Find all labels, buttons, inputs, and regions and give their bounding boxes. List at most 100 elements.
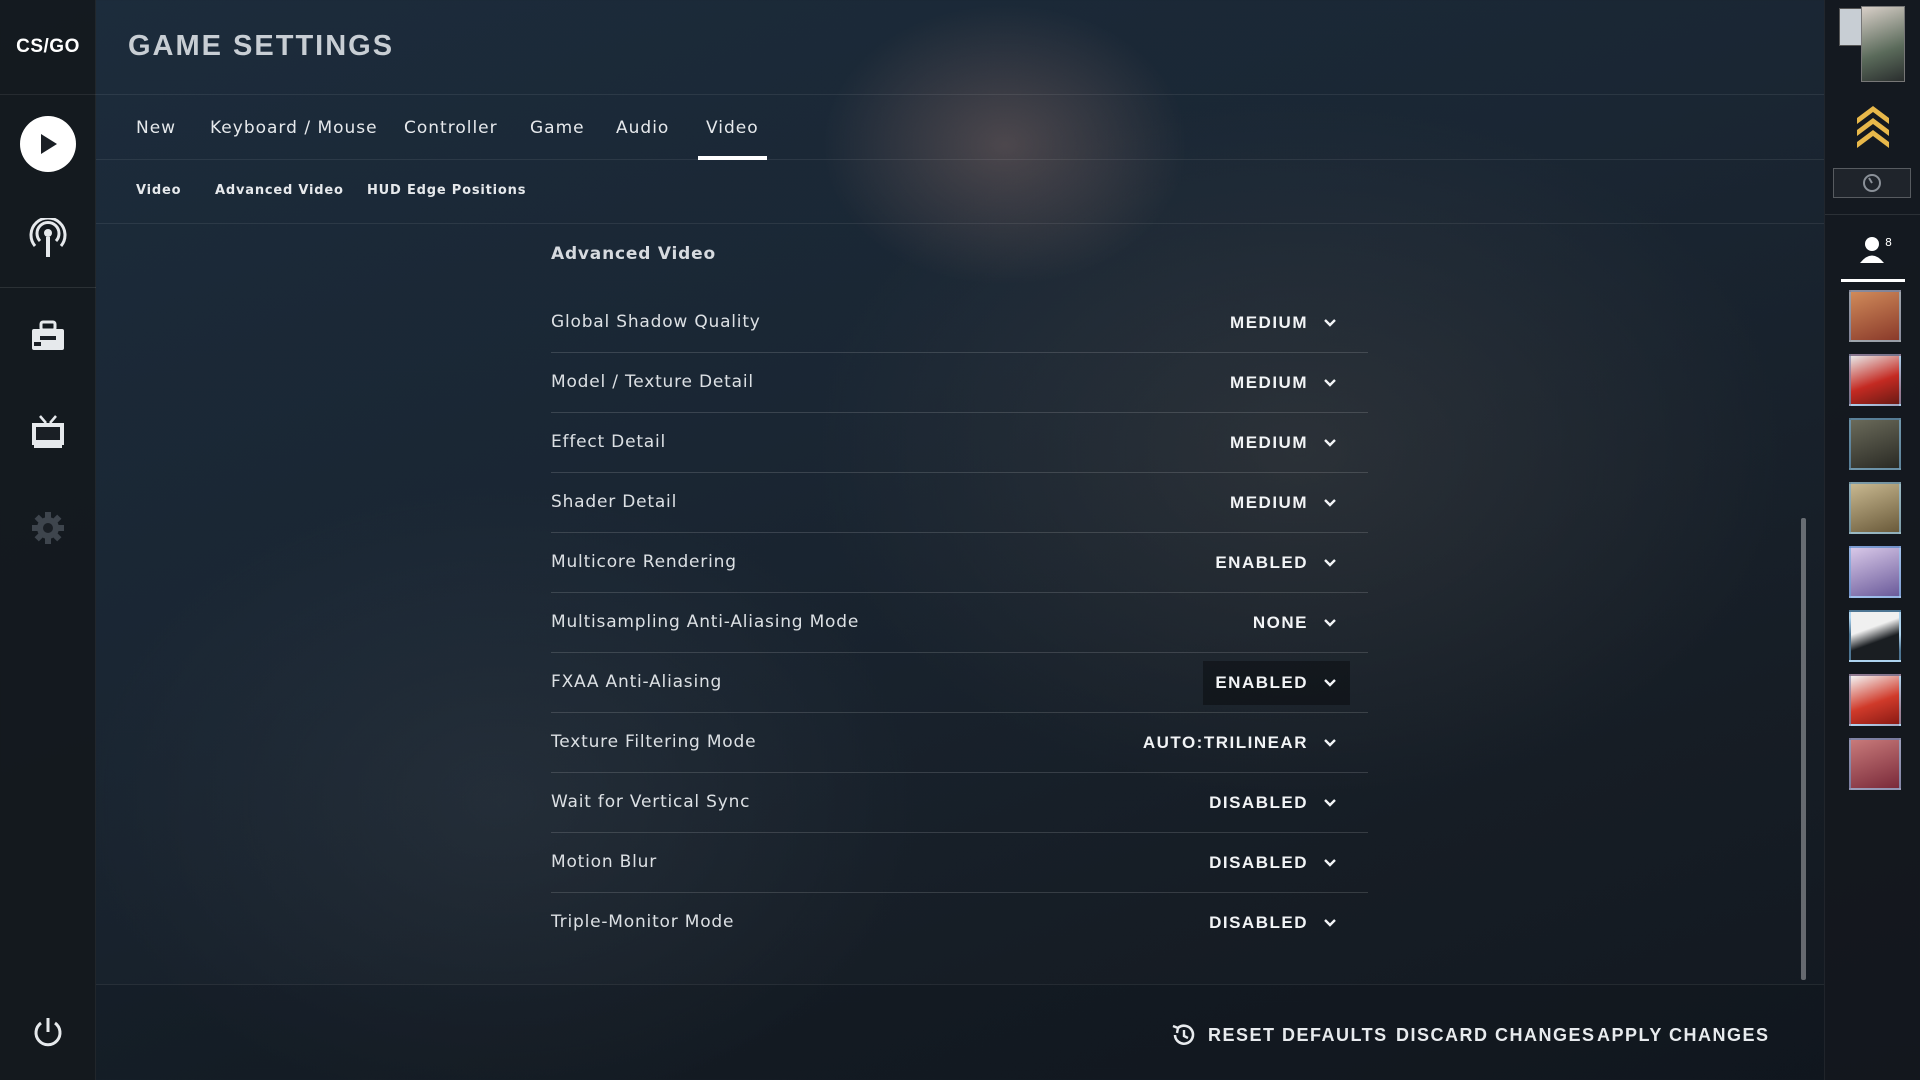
setting-dropdown[interactable]: DISABLED: [1197, 841, 1350, 885]
setting-row: Shader Detail MEDIUM: [551, 473, 1368, 533]
person-icon: [1860, 237, 1884, 263]
discard-changes-button[interactable]: DISCARD CHANGES: [1396, 1025, 1596, 1046]
setting-label: Wait for Vertical Sync: [551, 792, 751, 812]
left-nav: CS/GO: [0, 0, 96, 1080]
chevron-down-icon: [1324, 679, 1336, 687]
watch-broadcast-button[interactable]: [0, 198, 96, 278]
chevron-down-icon: [1324, 379, 1336, 387]
inventory-button[interactable]: [0, 296, 96, 376]
setting-label: Triple-Monitor Mode: [551, 912, 735, 932]
friend-avatar[interactable]: [1849, 674, 1901, 726]
power-button[interactable]: [0, 992, 96, 1072]
setting-dropdown[interactable]: ENABLED: [1203, 661, 1350, 705]
clock-icon: [1863, 174, 1881, 192]
friend-avatar[interactable]: [1849, 354, 1901, 406]
section-title: Advanced Video: [551, 244, 716, 264]
history-icon: [1172, 1024, 1195, 1045]
setting-label: Multisampling Anti-Aliasing Mode: [551, 612, 860, 632]
chevron-down-icon: [1324, 559, 1336, 567]
friend-avatar[interactable]: [1849, 290, 1901, 342]
tab-new[interactable]: New: [136, 96, 176, 160]
subtab-advanced-video[interactable]: Advanced Video: [215, 183, 344, 198]
setting-dropdown[interactable]: NONE: [1241, 601, 1350, 645]
setting-dropdown[interactable]: MEDIUM: [1218, 481, 1350, 525]
play-icon: [20, 116, 76, 172]
chevron-down-icon: [1324, 319, 1336, 327]
chevron-down-icon: [1324, 859, 1336, 867]
cooldown-timer[interactable]: [1833, 168, 1911, 198]
subtab-hud-edge-positions[interactable]: HUD Edge Positions: [367, 183, 526, 198]
setting-value: NONE: [1252, 613, 1308, 632]
setting-value: AUTO:TRILINEAR: [1142, 733, 1308, 752]
settings-list: Global Shadow Quality MEDIUM Model / Tex…: [551, 293, 1368, 953]
setting-row: Triple-Monitor Mode DISABLED: [551, 893, 1368, 953]
friends-tab[interactable]: 8: [1841, 222, 1905, 282]
header: GAME SETTINGS: [96, 0, 1824, 95]
scrollbar[interactable]: [1801, 518, 1806, 980]
inventory-icon: [32, 320, 64, 350]
broadcast-icon: [29, 218, 67, 257]
setting-dropdown[interactable]: MEDIUM: [1218, 421, 1350, 465]
setting-value: ENABLED: [1215, 553, 1308, 572]
setting-row: Global Shadow Quality MEDIUM: [551, 293, 1368, 353]
footer: RESET DEFAULTS DISCARD CHANGES APPLY CHA…: [96, 984, 1824, 1080]
setting-value: DISABLED: [1209, 913, 1308, 932]
setting-value: ENABLED: [1215, 673, 1308, 692]
chevron-down-icon: [1324, 499, 1336, 507]
setting-value: DISABLED: [1209, 853, 1308, 872]
rank-chevrons-icon: [1857, 106, 1889, 148]
settings-button[interactable]: [0, 488, 96, 568]
watch-tv-button[interactable]: [0, 392, 96, 472]
friend-avatar[interactable]: [1849, 610, 1901, 662]
friend-avatar[interactable]: [1849, 482, 1901, 534]
settings-tabs: New Keyboard / Mouse Controller Game Aud…: [96, 96, 1824, 160]
setting-dropdown[interactable]: DISABLED: [1197, 901, 1350, 945]
setting-dropdown[interactable]: ENABLED: [1203, 541, 1350, 585]
friend-avatar[interactable]: [1849, 738, 1901, 790]
chevron-down-icon: [1324, 439, 1336, 447]
setting-label: Global Shadow Quality: [551, 312, 761, 332]
power-icon: [34, 1018, 62, 1047]
setting-label: Multicore Rendering: [551, 552, 737, 572]
tab-video[interactable]: Video: [698, 96, 767, 160]
panel-divider: [1825, 214, 1920, 215]
tab-game[interactable]: Game: [530, 96, 585, 160]
setting-value: MEDIUM: [1230, 433, 1308, 452]
csgo-logo[interactable]: CS/GO: [0, 0, 96, 95]
setting-label: Motion Blur: [551, 852, 657, 872]
setting-value: MEDIUM: [1230, 373, 1308, 392]
setting-label: Texture Filtering Mode: [551, 732, 757, 752]
tab-controller[interactable]: Controller: [404, 96, 498, 160]
settings-subtabs: Video Advanced Video HUD Edge Positions: [96, 161, 1824, 224]
setting-dropdown[interactable]: MEDIUM: [1218, 361, 1350, 405]
setting-dropdown[interactable]: DISABLED: [1197, 781, 1350, 825]
setting-label: Model / Texture Detail: [551, 372, 754, 392]
subtab-video[interactable]: Video: [136, 183, 181, 198]
chevron-down-icon: [1324, 739, 1336, 747]
setting-label: Effect Detail: [551, 432, 667, 452]
right-panel: 8: [1824, 0, 1920, 1080]
setting-row: Effect Detail MEDIUM: [551, 413, 1368, 473]
reset-defaults-button[interactable]: RESET DEFAULTS: [1170, 1021, 1388, 1049]
setting-row: FXAA Anti-Aliasing ENABLED: [551, 653, 1368, 713]
setting-value: MEDIUM: [1230, 313, 1308, 332]
setting-label: FXAA Anti-Aliasing: [551, 672, 723, 692]
setting-row: Model / Texture Detail MEDIUM: [551, 353, 1368, 413]
tab-keyboard-mouse[interactable]: Keyboard / Mouse: [210, 96, 378, 160]
tab-audio[interactable]: Audio: [616, 96, 669, 160]
gear-icon: [32, 512, 64, 544]
apply-changes-button[interactable]: APPLY CHANGES: [1597, 1025, 1770, 1046]
play-button[interactable]: [0, 104, 96, 184]
rank-badge[interactable]: [1855, 104, 1891, 148]
setting-row: Texture Filtering Mode AUTO:TRILINEAR: [551, 713, 1368, 773]
setting-value: MEDIUM: [1230, 493, 1308, 512]
player-avatar[interactable]: [1839, 6, 1905, 82]
setting-value: DISABLED: [1209, 793, 1308, 812]
setting-dropdown[interactable]: MEDIUM: [1218, 301, 1350, 345]
chevron-down-icon: [1324, 619, 1336, 627]
friend-avatar[interactable]: [1849, 546, 1901, 598]
setting-dropdown[interactable]: AUTO:TRILINEAR: [1131, 721, 1350, 765]
reset-defaults-label: RESET DEFAULTS: [1208, 1024, 1388, 1045]
friend-avatar[interactable]: [1849, 418, 1901, 470]
setting-row: Multisampling Anti-Aliasing Mode NONE: [551, 593, 1368, 653]
